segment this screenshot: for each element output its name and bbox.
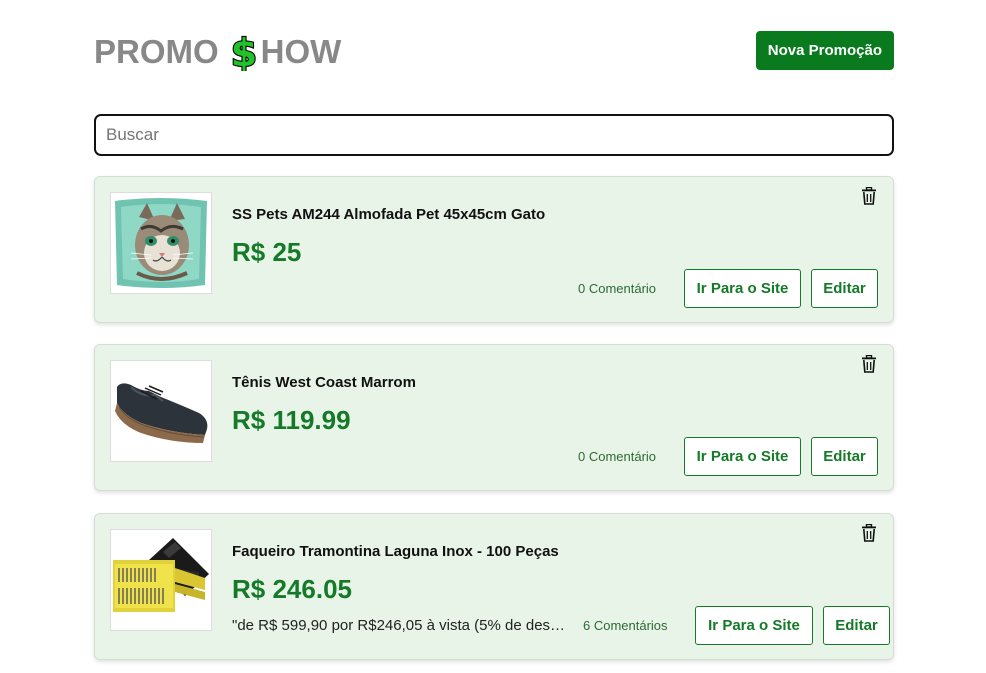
shoe-image xyxy=(110,360,212,462)
brand-text-left: PROMO xyxy=(94,33,219,70)
brand-text-right: HOW xyxy=(260,33,342,70)
go-to-site-button[interactable]: Ir Para o Site xyxy=(684,437,801,476)
page: PROMO $ HOW Nova Promoção Buscar SS Pets… xyxy=(0,0,986,673)
promotion-price: R$ 246.05 xyxy=(232,574,352,604)
promotion-card: SS Pets AM244 Almofada Pet 45x45cm Gato … xyxy=(94,176,894,323)
promotion-title: Faqueiro Tramontina Laguna Inox - 100 Pe… xyxy=(232,543,559,560)
new-promotion-button[interactable]: Nova Promoção xyxy=(755,31,894,70)
edit-button[interactable]: Editar xyxy=(811,269,878,308)
promotion-price: R$ 25 xyxy=(232,237,302,267)
promotion-card: Faqueiro Tramontina Laguna Inox - 100 Pe… xyxy=(94,513,894,660)
promotion-price: R$ 119.99 xyxy=(232,405,351,435)
promotion-card: Tênis West Coast Marrom R$ 119.99 0 Come… xyxy=(94,344,894,491)
dollar-sign-icon: $ xyxy=(225,30,263,76)
promotion-title: SS Pets AM244 Almofada Pet 45x45cm Gato xyxy=(232,206,546,223)
go-to-site-button[interactable]: Ir Para o Site xyxy=(684,269,801,308)
search-input[interactable] xyxy=(94,114,894,156)
trash-icon[interactable] xyxy=(861,523,877,542)
promotion-title: Tênis West Coast Marrom xyxy=(232,374,416,391)
cutlery-set-image xyxy=(110,529,212,631)
cat-pillow-image xyxy=(110,192,212,294)
comments-link[interactable]: 0 Comentário xyxy=(578,449,656,464)
comments-link[interactable]: 0 Comentário xyxy=(578,281,656,296)
edit-button[interactable]: Editar xyxy=(823,606,890,645)
go-to-site-button[interactable]: Ir Para o Site xyxy=(695,606,813,645)
trash-icon[interactable] xyxy=(861,354,877,373)
promotion-description: "de R$ 599,90 por R$246,05 à vista (5% d… xyxy=(232,617,570,634)
comments-link[interactable]: 6 Comentários xyxy=(583,618,668,633)
svg-text:$: $ xyxy=(230,33,256,71)
trash-icon[interactable] xyxy=(861,186,877,205)
edit-button[interactable]: Editar xyxy=(811,437,878,476)
brand-logo[interactable]: PROMO $ HOW xyxy=(94,30,342,76)
header: PROMO $ HOW Nova Promoção xyxy=(94,30,894,76)
